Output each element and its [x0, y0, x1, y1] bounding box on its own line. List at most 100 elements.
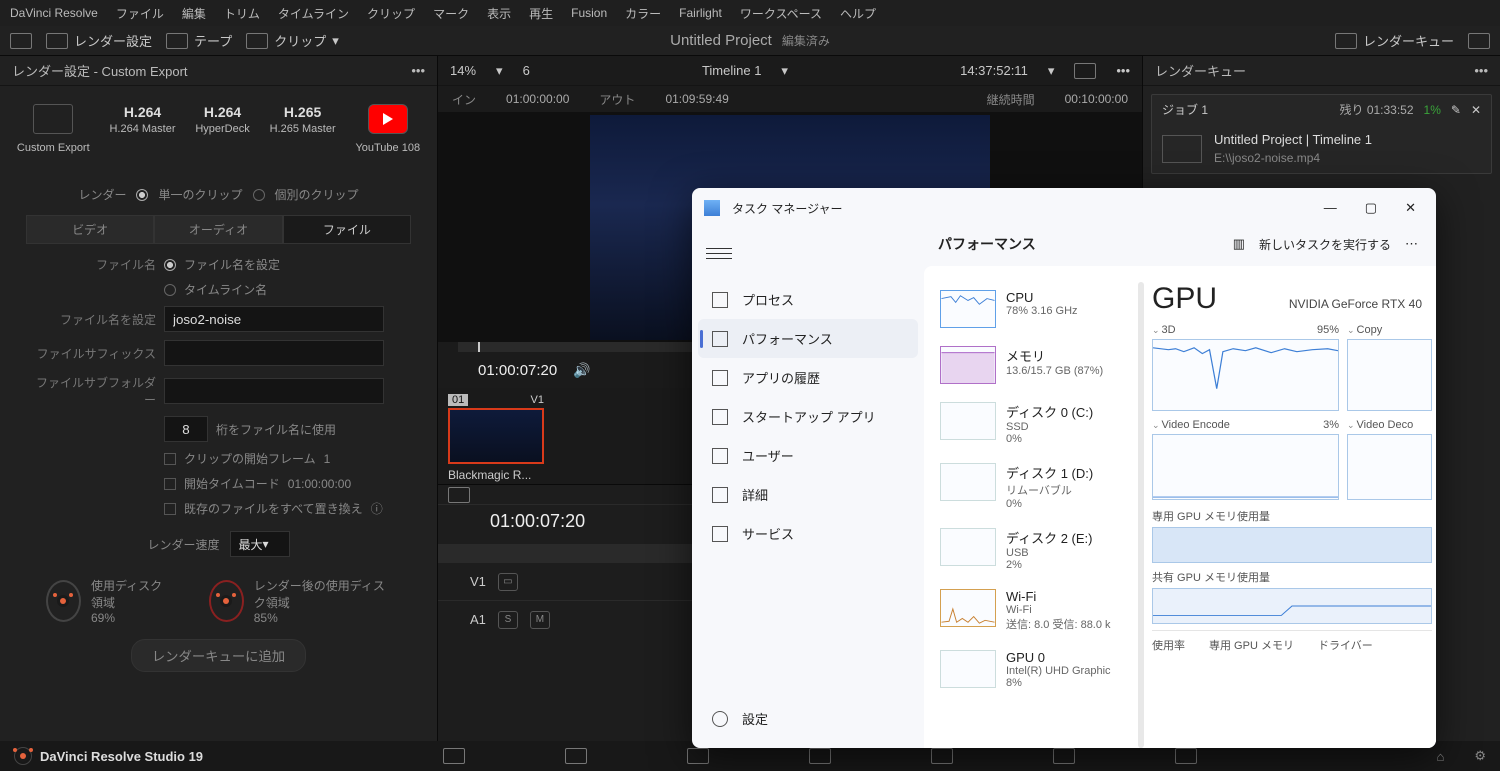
nav-performance[interactable]: パフォーマンス: [698, 319, 918, 358]
perf-gpu0[interactable]: GPU 0Intel(R) UHD Graphic8%: [940, 642, 1130, 699]
nav-processes[interactable]: プロセス: [698, 280, 918, 319]
solo-button[interactable]: S: [498, 611, 518, 629]
menu-color[interactable]: カラー: [625, 5, 661, 22]
perf-disk1[interactable]: ディスク 1 (D:)リムーバブル0%: [940, 455, 1130, 520]
home-icon[interactable]: ⌂: [1436, 749, 1444, 764]
menu-help[interactable]: ヘルプ: [840, 5, 876, 22]
titlebar[interactable]: タスク マネージャー — ▢ ✕: [692, 188, 1436, 228]
start-frame-check[interactable]: [164, 453, 176, 465]
monitor-icon[interactable]: [10, 33, 32, 49]
deliver-page-icon[interactable]: [1175, 748, 1197, 764]
info-icon[interactable]: ⓘ: [371, 500, 383, 517]
subfolder-input[interactable]: [164, 378, 384, 404]
nav-services[interactable]: サービス: [698, 514, 918, 553]
disk-usage-gauge: [46, 580, 81, 622]
track-v1-label[interactable]: V1: [470, 574, 486, 589]
maximize-icon[interactable]: ▢: [1365, 200, 1377, 216]
menu-fairlight[interactable]: Fairlight: [679, 6, 722, 20]
single-clip-radio[interactable]: [136, 189, 148, 201]
filename-set-radio[interactable]: [164, 259, 176, 271]
preset-youtube[interactable]: YouTube 108: [355, 104, 420, 154]
close-icon[interactable]: ✕: [1405, 200, 1416, 216]
new-task-button[interactable]: 新しいタスクを実行する: [1259, 236, 1391, 253]
timeline-name-radio[interactable]: [164, 284, 176, 296]
edit-page-icon[interactable]: [687, 748, 709, 764]
preset-custom[interactable]: Custom Export: [17, 104, 90, 154]
menu-view[interactable]: 表示: [487, 5, 511, 22]
scrubber[interactable]: [478, 342, 480, 352]
perf-memory[interactable]: メモリ13.6/15.7 GB (87%): [940, 338, 1130, 394]
start-tc-check[interactable]: [164, 478, 176, 490]
suffix-input[interactable]: [164, 340, 384, 366]
render-settings-button[interactable]: レンダー設定: [46, 31, 152, 50]
render-speed-select[interactable]: 最大 ▾: [230, 531, 290, 557]
preset-hyperdeck[interactable]: H.264HyperDeck: [195, 104, 249, 154]
color-page-icon[interactable]: [931, 748, 953, 764]
render-queue-button[interactable]: レンダーキュー: [1335, 31, 1454, 50]
perf-wifi[interactable]: Wi-FiWi-Fi送信: 8.0 受信: 88.0 k: [940, 581, 1130, 642]
timeline-options-icon[interactable]: [448, 487, 470, 503]
kebab-icon[interactable]: •••: [411, 63, 425, 78]
filename-input[interactable]: [164, 306, 384, 332]
individual-clip-radio[interactable]: [253, 189, 265, 201]
preset-h264[interactable]: H.264H.264 Master: [109, 104, 175, 154]
fairlight-page-icon[interactable]: [1053, 748, 1075, 764]
zoom-value[interactable]: 14%: [450, 63, 476, 78]
mute-button[interactable]: M: [530, 611, 550, 629]
media-page-icon[interactable]: [443, 748, 465, 764]
perf-disk0[interactable]: ディスク 0 (C:)SSD0%: [940, 394, 1130, 455]
expand-icon[interactable]: [1468, 33, 1490, 49]
nav-history[interactable]: アプリの履歴: [698, 358, 918, 397]
clapper-icon: [46, 33, 68, 49]
nav-users[interactable]: ユーザー: [698, 436, 918, 475]
preset-h265[interactable]: H.265H.265 Master: [270, 104, 336, 154]
menu-workspace[interactable]: ワークスペース: [740, 5, 822, 22]
grid-icon: [712, 292, 728, 308]
overwrite-check[interactable]: [164, 503, 176, 515]
cut-page-icon[interactable]: [565, 748, 587, 764]
chevron-down-icon[interactable]: ▾: [496, 63, 503, 79]
viewer-mode-icon[interactable]: [1074, 63, 1096, 79]
timeline-name[interactable]: Timeline 1: [702, 63, 761, 78]
fusion-page-icon[interactable]: [809, 748, 831, 764]
add-to-queue-button[interactable]: レンダーキューに追加: [131, 639, 306, 672]
tape-button[interactable]: テープ: [166, 31, 232, 50]
hamburger-icon[interactable]: [706, 240, 732, 266]
scrollbar[interactable]: [1138, 282, 1144, 748]
gpu-encode-graph: [1152, 434, 1339, 500]
menu-clip[interactable]: クリップ: [367, 5, 415, 22]
toolbar: レンダー設定 テープ クリップ ▾ Untitled Project 編集済み …: [0, 26, 1500, 56]
chevron-down-icon[interactable]: ▾: [1048, 63, 1055, 79]
kebab-icon[interactable]: ⋯: [1405, 236, 1418, 252]
minimize-icon[interactable]: —: [1324, 200, 1337, 216]
menu-file[interactable]: ファイル: [116, 5, 164, 22]
volume-icon[interactable]: 🔊: [573, 362, 590, 379]
clip-thumbnail[interactable]: 01V1 Blackmagic R...: [448, 394, 544, 478]
pencil-icon[interactable]: ✎: [1451, 103, 1461, 117]
chevron-down-icon[interactable]: ▾: [781, 63, 788, 79]
menu-edit[interactable]: 編集: [182, 5, 206, 22]
nav-startup[interactable]: スタートアップ アプリ: [698, 397, 918, 436]
nav-settings[interactable]: 設定: [698, 699, 782, 738]
kebab-icon[interactable]: •••: [1116, 63, 1130, 78]
video-track-icon[interactable]: ▭: [498, 573, 518, 591]
perf-cpu[interactable]: CPU78% 3.16 GHz: [940, 282, 1130, 338]
kebab-icon[interactable]: •••: [1474, 63, 1488, 78]
close-icon[interactable]: ✕: [1471, 103, 1481, 117]
clip-button[interactable]: クリップ ▾: [246, 31, 339, 50]
task-manager-window[interactable]: タスク マネージャー — ▢ ✕ プロセス パフォーマンス アプリの履歴 スター…: [692, 188, 1436, 748]
nav-details[interactable]: 詳細: [698, 475, 918, 514]
tab-file[interactable]: ファイル: [283, 215, 411, 244]
perf-disk2[interactable]: ディスク 2 (E:)USB2%: [940, 520, 1130, 581]
menu-fusion[interactable]: Fusion: [571, 6, 607, 20]
tab-video[interactable]: ビデオ: [26, 215, 154, 244]
tab-audio[interactable]: オーディオ: [154, 215, 282, 244]
track-a1-label[interactable]: A1: [470, 612, 486, 627]
render-job[interactable]: ジョブ 1 残り 01:33:52 1% ✎ ✕ Untitled Projec…: [1151, 94, 1492, 174]
digits-input[interactable]: [164, 416, 208, 442]
menu-trim[interactable]: トリム: [224, 5, 260, 22]
gear-icon[interactable]: ⚙: [1474, 748, 1486, 764]
menu-mark[interactable]: マーク: [433, 5, 469, 22]
menu-timeline[interactable]: タイムライン: [278, 5, 349, 22]
menu-playback[interactable]: 再生: [529, 5, 553, 22]
